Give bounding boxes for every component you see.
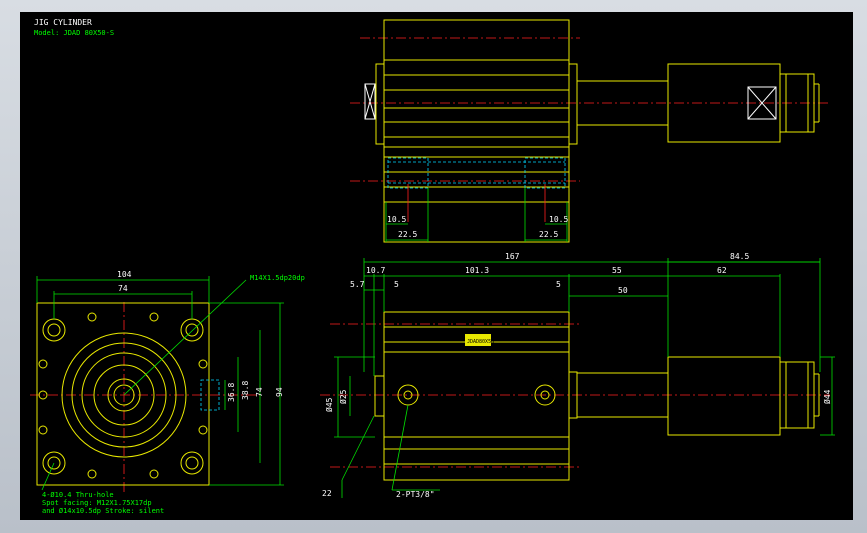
port-note: 2-PT3/8" [396,490,435,499]
dim-left-width: 22.5 [398,230,417,239]
dim-small-22: 22 [322,489,332,498]
cad-drawing: JIG CYLINDER Model: JDAD 80X50-S 10.5 22… [30,18,835,515]
front-view: 104 74 M14X1.5dp20dp 94 74 38.8 36.8 4-Ø… [30,270,305,515]
dim-e: 5.7 [350,280,365,289]
dim-d: 62 [717,266,727,275]
dim-right-offset: 10.5 [549,215,568,224]
dim-rod-length: 84.5 [730,252,749,261]
dim-nut-dia: Ø44 [822,389,832,404]
dim-g: 5 [556,280,561,289]
note-thru-hole: 4-Ø10.4 Thru-hole [42,491,114,499]
cylinder-label: JDAD80X50 [467,339,494,345]
dim-f: 5 [394,280,399,289]
dim-left-offset: 10.5 [387,215,406,224]
side-view: JDAD80X50 167 84.5 10.7 101.3 55 62 5.7 … [320,252,835,499]
dim-h: 50 [618,286,628,295]
dim-rod-dia: Ø25 [338,389,348,404]
dim-front-width-inner: 74 [118,284,128,293]
note-spot-facing: Spot facing: M12X1.75X17dp [42,499,152,507]
port-thread-label: M14X1.5dp20dp [250,274,305,282]
drawing-title: JIG CYLINDER [34,18,92,27]
dim-right-width: 22.5 [539,230,558,239]
dim-front-height-inner: 38.8 [241,381,250,400]
cad-drawing-canvas[interactable]: JIG CYLINDER Model: JDAD 80X50-S 10.5 22… [20,12,853,520]
dim-a: 10.7 [366,266,385,275]
dim-b: 101.3 [465,266,489,275]
dim-front-width-outer: 104 [117,270,132,279]
note-depth: and Ø14x10.5dp Stroke: silent [42,507,164,515]
dim-c: 55 [612,266,622,275]
dim-front-height-sub: 36.8 [227,383,236,402]
top-view: 10.5 22.5 10.5 22.5 [350,19,830,243]
dim-front-height-outer: 94 [275,387,284,397]
window-frame: JIG CYLINDER Model: JDAD 80X50-S 10.5 22… [0,0,867,533]
dim-bore: Ø45 [324,397,334,412]
drawing-model: Model: JDAD 80X50-S [34,29,114,37]
dim-front-height-mid: 74 [255,387,264,397]
dim-total-length: 167 [505,252,520,261]
